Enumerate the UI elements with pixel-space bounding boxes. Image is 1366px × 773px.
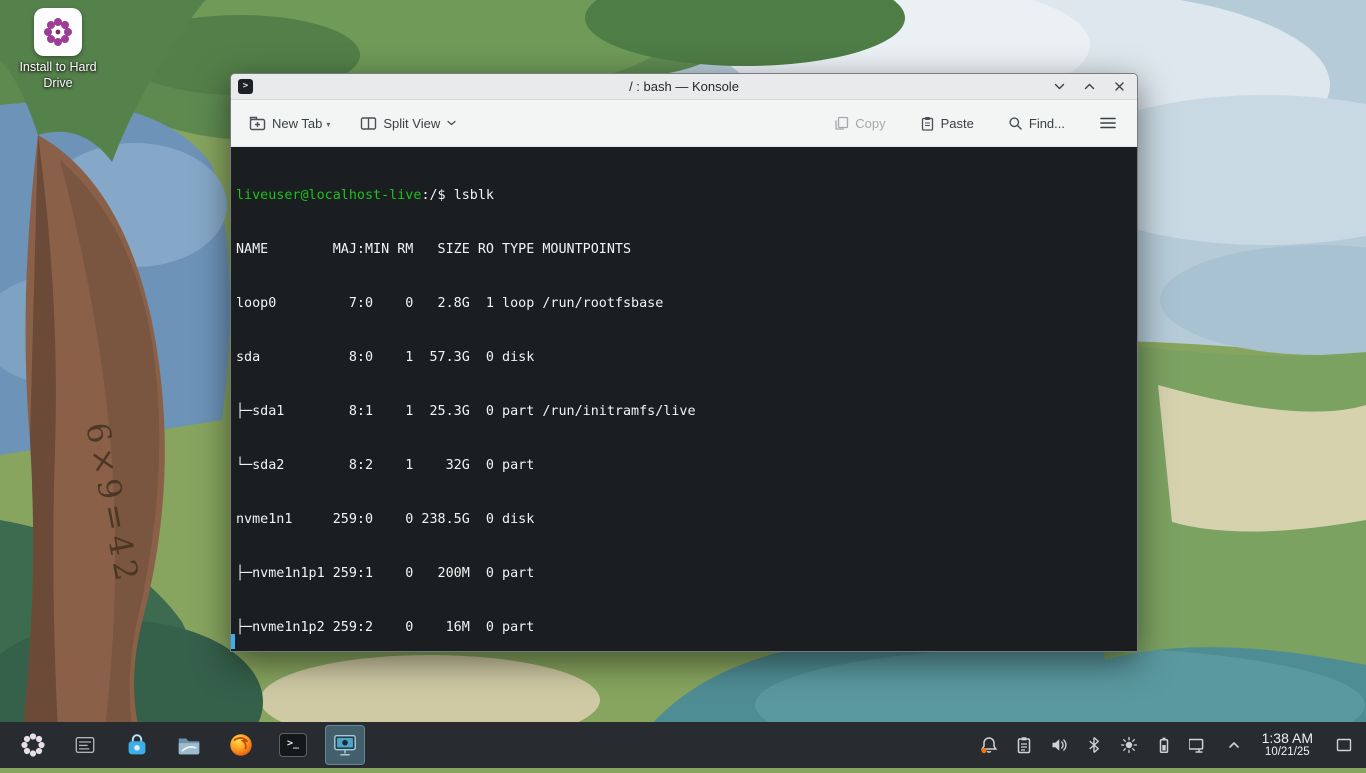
bluetooth-icon xyxy=(1088,736,1099,754)
copy-button[interactable]: Copy xyxy=(826,110,893,137)
window-title: / : bash — Konsole xyxy=(629,79,739,94)
window-titlebar[interactable]: > / : bash — Konsole xyxy=(231,74,1137,100)
hamburger-icon xyxy=(1100,117,1116,129)
find-label: Find... xyxy=(1028,115,1065,131)
desktop-icon-label: Install to Hard Drive xyxy=(19,60,97,90)
hamburger-menu-button[interactable] xyxy=(1091,110,1125,136)
terminal-command: lsblk xyxy=(453,188,494,203)
clipboard-tray-button[interactable] xyxy=(1011,732,1037,758)
konsole-launcher[interactable]: >_ xyxy=(273,725,313,765)
app-launcher-button[interactable] xyxy=(13,725,53,765)
task-manager-settings-button[interactable] xyxy=(65,725,105,765)
konsole-window-icon: > xyxy=(238,79,253,94)
show-desktop-icon xyxy=(1336,738,1352,752)
paste-button[interactable]: Paste xyxy=(912,110,982,137)
clock-date: 10/21/25 xyxy=(1264,746,1310,759)
prompt-suffix: :/$ xyxy=(421,188,454,203)
maximize-button[interactable] xyxy=(1082,79,1097,94)
night-color-tray-button[interactable] xyxy=(1116,732,1142,758)
expand-tray-button[interactable] xyxy=(1221,732,1247,758)
copy-label: Copy xyxy=(855,115,886,131)
konsole-toolbar: New Tab ▾ Split View Copy Paste Find... xyxy=(231,100,1137,147)
system-tray: 1:38 AM 10/21/25 xyxy=(976,730,1366,759)
minimize-button[interactable] xyxy=(1052,79,1067,94)
volume-tray-button[interactable] xyxy=(1046,732,1072,758)
lsblk-row: ├─nvme1n1p1 259:1 0 200M 0 part xyxy=(236,566,543,581)
terminal-scrollbar-thumb[interactable] xyxy=(231,634,235,649)
lsblk-header-row: NAME MAJ:MIN RM SIZE RO TYPE MOUNTPOINTS xyxy=(236,242,632,257)
discover-launcher[interactable] xyxy=(117,725,157,765)
battery-icon xyxy=(1159,737,1168,754)
close-button[interactable] xyxy=(1112,79,1127,94)
lsblk-row: ├─sda1 8:1 1 25.3G 0 part /run/initramfs… xyxy=(236,404,696,419)
digital-clock[interactable]: 1:38 AM 10/21/25 xyxy=(1256,730,1319,759)
paste-icon xyxy=(921,116,933,131)
prompt-user-host: liveuser@localhost-live xyxy=(236,188,422,203)
split-view-chevron-icon xyxy=(447,120,456,126)
split-view-label: Split View xyxy=(383,115,441,131)
anaconda-installer-icon xyxy=(34,8,82,56)
lsblk-row: nvme1n1 259:0 0 238.5G 0 disk xyxy=(236,512,543,527)
lsblk-row: sda 8:0 1 57.3G 0 disk xyxy=(236,350,543,365)
install-to-hard-drive-shortcut[interactable]: Install to Hard Drive xyxy=(8,8,108,91)
new-tab-button[interactable]: New Tab ▾ xyxy=(241,110,338,137)
new-tab-icon xyxy=(249,116,266,130)
window-list-icon xyxy=(75,736,95,754)
discover-icon xyxy=(128,734,146,755)
terminal-prompt-line: liveuser@localhost-live:/$ lsblk xyxy=(236,187,1137,205)
battery-tray-button[interactable] xyxy=(1151,732,1177,758)
konsole-icon: >_ xyxy=(279,733,307,757)
bluetooth-tray-button[interactable] xyxy=(1081,732,1107,758)
sun-icon xyxy=(1120,736,1137,754)
firefox-launcher[interactable] xyxy=(221,725,261,765)
paste-label: Paste xyxy=(940,115,974,131)
dolphin-folder-icon xyxy=(178,738,200,755)
clock-time: 1:38 AM xyxy=(1261,730,1313,747)
clipboard-icon xyxy=(1017,737,1030,754)
lsblk-row: loop0 7:0 0 2.8G 1 loop /run/rootfsbase xyxy=(236,296,664,311)
show-desktop-button[interactable] xyxy=(1332,732,1356,758)
fedora-launcher-icon xyxy=(21,733,45,757)
new-tab-dropdown-arrow[interactable]: ▾ xyxy=(326,120,330,129)
dolphin-launcher[interactable] xyxy=(169,725,209,765)
copy-icon xyxy=(835,116,849,130)
bell-icon xyxy=(980,737,997,754)
new-tab-label: New Tab xyxy=(272,115,323,131)
active-window-icon xyxy=(334,735,356,756)
find-button[interactable]: Find... xyxy=(1000,110,1073,137)
taskbar-panel: >_ 1:38 AM 10/21/25 xyxy=(0,722,1366,768)
split-view-button[interactable]: Split View xyxy=(352,110,465,137)
split-view-icon xyxy=(361,116,377,130)
notifications-tray-button[interactable] xyxy=(976,732,1002,758)
search-icon xyxy=(1009,116,1022,130)
konsole-window: > / : bash — Konsole New Tab ▾ Split Vie… xyxy=(230,73,1138,652)
active-task-konsole[interactable] xyxy=(325,725,365,765)
display-tray-button[interactable] xyxy=(1186,732,1212,758)
chevron-up-icon xyxy=(1228,742,1239,748)
firefox-icon xyxy=(230,734,252,756)
lsblk-row: └─sda2 8:2 1 32G 0 part xyxy=(236,458,543,473)
lsblk-row: ├─nvme1n1p2 259:2 0 16M 0 part xyxy=(236,620,543,635)
terminal-view[interactable]: liveuser@localhost-live:/$ lsblk NAME MA… xyxy=(231,147,1137,651)
speaker-icon xyxy=(1052,739,1067,751)
monitor-icon xyxy=(1188,738,1203,753)
